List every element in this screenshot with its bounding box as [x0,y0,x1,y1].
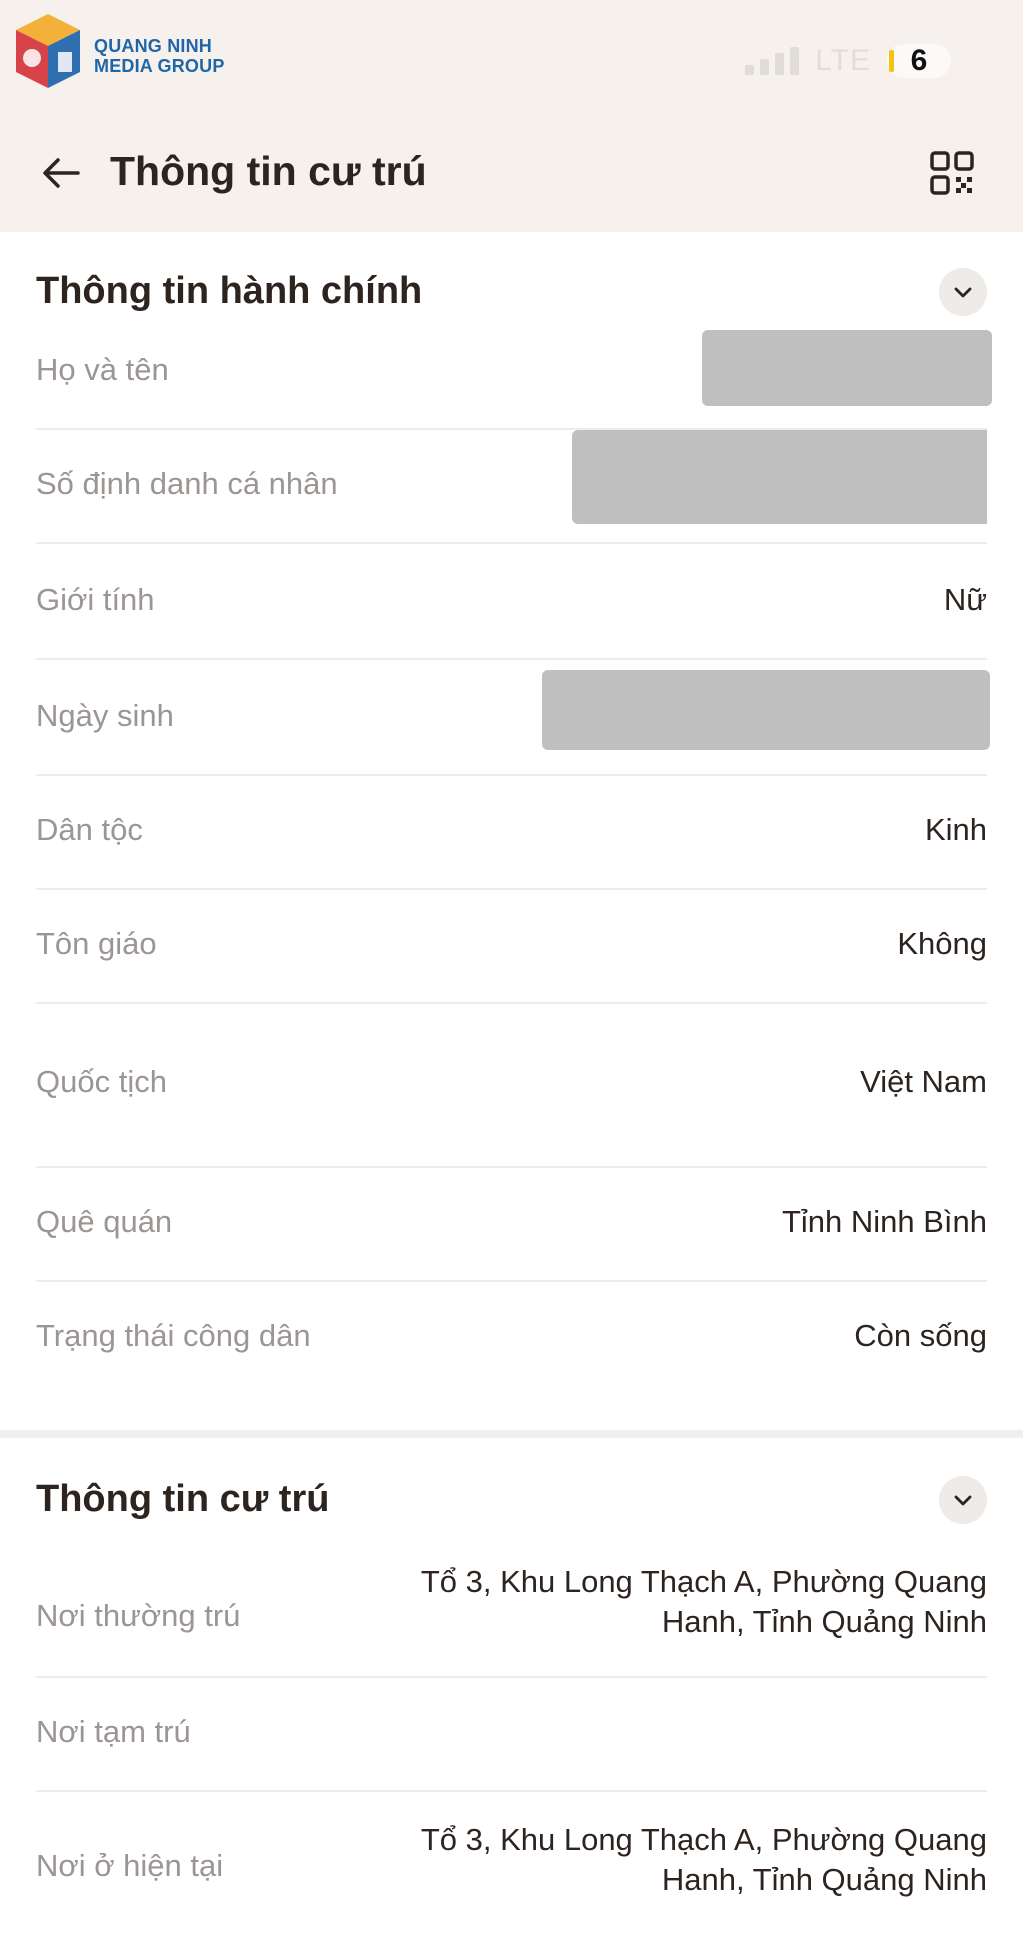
nav-header: Thông tin cư trú [0,136,1023,206]
row-ethnicity: Dân tộc Kinh [36,776,987,890]
section-title: Thông tin hành chính [36,270,423,312]
field-label: Ngày sinh [36,698,174,733]
top-bar: QUANG NINH MEDIA GROUP LTE 6 Thông tin c… [0,0,1023,232]
field-value: Tỉnh Ninh Bình [781,1204,987,1239]
field-label: Quê quán [36,1204,173,1239]
back-arrow-icon[interactable] [38,150,84,196]
quang-ninh-media-logo [16,14,80,88]
field-value: Tổ 3, Khu Long Thạch A, Phường Quang Han… [347,1820,987,1900]
qr-code-icon[interactable] [929,150,975,196]
row-date-of-birth: Ngày sinh [36,660,990,776]
watermark-text: QUANG NINH MEDIA GROUP [94,36,225,76]
field-value: Kinh [924,812,987,847]
field-value: Tổ 3, Khu Long Thạch A, Phường Quang Han… [347,1562,987,1642]
row-gender: Giới tính Nữ [36,544,987,660]
field-label: Nơi tạm trú [36,1714,191,1749]
field-value-line: Hanh, Tỉnh Quảng Ninh [661,1604,987,1639]
field-label: Giới tính [36,582,155,617]
field-value: Nữ [943,582,987,617]
row-citizen-status: Trạng thái công dân Còn sống [36,1282,987,1394]
row-current-residence: Nơi ở hiện tại Tổ 3, Khu Long Thạch A, P… [36,1792,987,1942]
row-religion: Tôn giáo Không [36,890,987,1004]
status-bar: LTE 6 [745,44,951,78]
section-title: Thông tin cư trú [36,1478,330,1520]
battery-indicator: 6 [887,44,951,78]
row-nationality: Quốc tịch Việt Nam [36,1004,987,1168]
redacted-value [542,670,990,750]
watermark-line2: MEDIA GROUP [94,56,225,76]
field-value: Không [897,926,987,961]
field-value-line: Hanh, Tỉnh Quảng Ninh [661,1862,987,1897]
field-label: Trạng thái công dân [36,1318,311,1353]
section-divider [0,1430,1023,1438]
row-temporary-residence: Nơi tạm trú [36,1678,987,1792]
chevron-down-icon[interactable] [939,1476,987,1524]
field-value: Việt Nam [860,1064,987,1099]
field-label: Dân tộc [36,812,143,847]
row-personal-id: Số định danh cá nhân [36,430,987,544]
watermark-line1: QUANG NINH [94,36,212,56]
field-label: Quốc tịch [36,1064,167,1099]
signal-icon [745,47,800,75]
field-value-line: Tổ 3, Khu Long Thạch A, Phường Quang [420,1564,987,1599]
network-type: LTE [815,44,871,77]
battery-level: 6 [910,44,928,77]
chevron-down-icon[interactable] [939,268,987,316]
row-hometown: Quê quán Tỉnh Ninh Bình [36,1168,987,1282]
field-value: Còn sống [854,1318,987,1353]
page-title: Thông tin cư trú [110,148,427,194]
redacted-value [702,330,992,406]
field-label: Nơi thường trú [36,1598,241,1633]
field-value-line: Tổ 3, Khu Long Thạch A, Phường Quang [420,1822,987,1857]
row-full-name: Họ và tên [36,326,992,430]
field-label: Họ và tên [36,352,169,387]
field-label: Nơi ở hiện tại [36,1848,224,1883]
redacted-value [572,430,987,524]
field-label: Số định danh cá nhân [36,466,338,501]
field-label: Tôn giáo [36,926,157,961]
row-permanent-residence: Nơi thường trú Tổ 3, Khu Long Thạch A, P… [36,1550,987,1678]
